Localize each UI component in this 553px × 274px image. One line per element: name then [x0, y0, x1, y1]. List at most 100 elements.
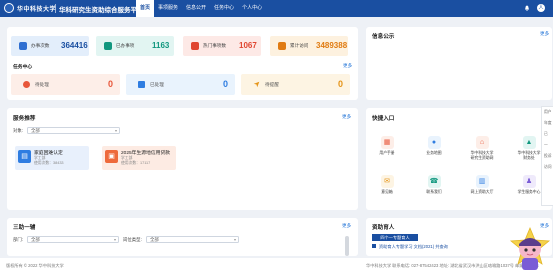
service-item-student-loan[interactable]: ▣ 2025年生源地信用贷款 学工部 使用次数：17117	[102, 146, 176, 170]
footer: 版权所有 © 2022 华中科技大学 华中科技大学 联系电话: 027-8754…	[0, 258, 553, 274]
task-label: 待处理	[35, 82, 49, 87]
nav-info-disclosure[interactable]: 信息公开	[182, 0, 210, 17]
topic-tag[interactable]: 四个一专题育人	[372, 234, 418, 241]
quick-user-manual[interactable]: ▦ 用户手册	[374, 136, 400, 156]
stat-visit-count: 办事次数 364416	[11, 36, 89, 56]
task-center-more-link[interactable]: 更多	[343, 63, 352, 69]
select-value: 全部	[150, 237, 159, 242]
quick-suggestion-box[interactable]: ✉ 意见箱	[374, 175, 400, 195]
task-value: 0	[107, 79, 113, 89]
remind-icon	[253, 81, 260, 88]
quick-label: 华中科技大学财务处	[517, 151, 541, 160]
notices-more-link[interactable]: 更多	[540, 31, 549, 37]
select-value: 全部	[31, 128, 40, 133]
task-pending[interactable]: 待处理 0	[11, 74, 120, 95]
stat-label: 累计访问	[290, 43, 309, 48]
post-type-filter-label: 岗位类型:	[123, 237, 142, 242]
nav-home[interactable]: 首页	[136, 0, 155, 17]
quick-business-map[interactable]: ● 业务地图	[421, 136, 447, 156]
donor-article-link[interactable]: 资助育人专题学习 文档(2021) 共查询	[379, 244, 448, 250]
audience-filter-label: 对象:	[13, 128, 24, 133]
main-nav: 首页 事项服务 信息公开 任务中心 个人中心	[136, 0, 266, 17]
quick-label: 华中科技大学研究生资助网	[470, 151, 494, 160]
copyright-text: 版权所有 © 2022 华中科技大学	[6, 263, 64, 268]
pending-icon	[23, 81, 30, 88]
nav-services[interactable]: 事项服务	[154, 0, 182, 17]
quick-finance-office[interactable]: ▲ 华中科技大学财务处	[516, 136, 542, 160]
service-item-usage: 使用次数：38433	[34, 161, 64, 165]
post-type-filter-select[interactable]: 全部 ▾	[146, 236, 239, 243]
sanzhao-more-link[interactable]: 更多	[342, 223, 351, 229]
stat-value: 1067	[239, 41, 257, 50]
quick-label: 网上资助大厅	[470, 190, 494, 194]
quick-aid-website[interactable]: ⌂ 华中科技大学研究生资助网	[469, 136, 495, 160]
mailbox-icon: ✉	[380, 175, 394, 188]
task-center-title: 任务中心	[13, 65, 33, 70]
user-avatar[interactable]: 人	[537, 4, 545, 12]
service-recommend-title: 服务推荐	[13, 116, 36, 122]
nav-personal-center[interactable]: 个人中心	[238, 0, 266, 17]
department-filter-select[interactable]: 全部 ▾	[27, 236, 119, 243]
school-name: 华中科技大学	[17, 6, 57, 13]
stat-hot-items: 热门事项数 1067	[183, 36, 261, 56]
stat-label: 已办事项	[116, 43, 135, 48]
sanzhao-title: 三助一辅	[13, 225, 36, 231]
home-icon: ⌂	[475, 136, 489, 149]
popup-line: 一	[544, 143, 548, 147]
stat-total-visits: 累计访问 3489388	[270, 36, 348, 56]
top-navigation-bar: 华中科技大学 华科研究生资助综合服务平台 首页 事项服务 信息公开 任务中心 个…	[0, 0, 553, 17]
quick-label: 学生服务中心	[517, 190, 541, 194]
quick-contact-us[interactable]: ☎ 联系我们	[421, 175, 447, 195]
notices-title: 信息公示	[372, 34, 395, 40]
bell-icon[interactable]	[524, 5, 530, 11]
quick-entry-title: 快捷入口	[372, 116, 395, 122]
quick-student-service[interactable]: ♟ 学生服务中心	[516, 175, 542, 195]
popup-line: 年度	[544, 121, 552, 125]
chevron-down-icon: ▾	[113, 237, 116, 242]
service-recommend-more-link[interactable]: 更多	[342, 114, 351, 120]
quick-online-aid-hall[interactable]: ▥ 网上资助大厅	[469, 175, 495, 195]
chevron-down-icon: ▾	[114, 128, 117, 133]
task-value: 0	[222, 79, 228, 89]
stat-label: 热门事项数	[203, 43, 226, 48]
check-list-icon	[104, 42, 112, 50]
quick-label: 意见箱	[381, 190, 393, 194]
service-item-usage: 使用次数：17117	[121, 161, 151, 165]
student-service-icon: ♟	[522, 175, 536, 188]
audience-filter-select[interactable]: 全部 ▾	[27, 127, 120, 134]
task-value: 0	[337, 79, 343, 89]
system-title: 华科研究生资助综合服务平台	[59, 7, 144, 14]
nav-task-center[interactable]: 任务中心	[210, 0, 238, 17]
contact-icon: ☎	[427, 175, 441, 188]
service-item-title: 家庭困难认定	[34, 151, 63, 156]
select-value: 全部	[31, 237, 40, 242]
finance-icon: ▲	[522, 136, 536, 149]
side-popup-panel: 用户 年度 已 一 投诉 访问	[541, 106, 553, 206]
loan-icon: ▣	[105, 150, 118, 163]
scrollbar[interactable]	[345, 236, 349, 256]
title-divider	[55, 4, 56, 13]
popup-line: 用户	[544, 110, 552, 114]
donors-title: 资助育人	[372, 225, 395, 231]
quick-label: 业务地图	[426, 151, 442, 155]
fire-icon	[191, 42, 199, 50]
task-label: 待提醒	[265, 82, 279, 87]
hall-icon: ▥	[475, 175, 489, 188]
service-item-family-difficulty[interactable]: ▤ 家庭困难认定 学工部 使用次数：38433	[15, 146, 89, 170]
id-card-icon: ▤	[18, 150, 31, 163]
task-remind[interactable]: 待提醒 0	[241, 74, 350, 95]
mascot-assistant-icon[interactable]	[507, 226, 553, 274]
stat-label: 办事次数	[31, 43, 50, 48]
task-processed[interactable]: 已处理 0	[126, 74, 235, 95]
popup-line: 已	[544, 132, 548, 136]
popup-line: 访问	[544, 165, 552, 169]
manual-icon: ▦	[380, 136, 394, 149]
stat-value: 364416	[61, 41, 88, 50]
chevron-down-icon: ▾	[233, 237, 236, 242]
quick-label: 用户手册	[379, 151, 395, 155]
department-filter-label: 部门:	[13, 237, 24, 242]
map-icon: ●	[427, 136, 441, 149]
stat-done-items: 已办事项 1163	[96, 36, 174, 56]
service-item-title: 2025年生源地信用贷款	[121, 151, 171, 156]
university-logo-icon	[4, 3, 14, 13]
